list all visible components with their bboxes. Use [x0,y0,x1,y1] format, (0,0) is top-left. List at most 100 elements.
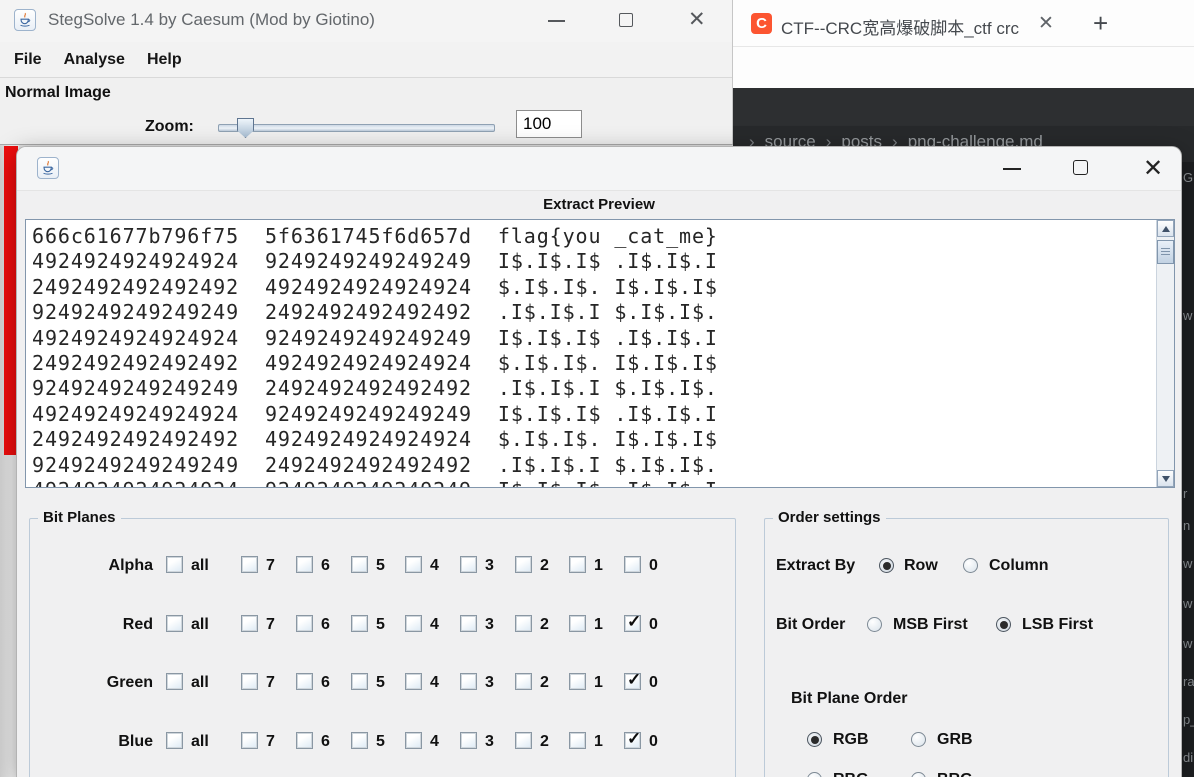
zoom-slider[interactable] [218,120,495,136]
bitplane-checkbox-alpha-5[interactable] [351,556,368,573]
bitplane-col-label: 0 [649,732,658,752]
bitplane-col-label: 4 [430,615,439,635]
zoom-value-field[interactable] [516,110,582,138]
bitplane-col-label: 5 [376,615,385,635]
bitplane-col-label: 0 [649,556,658,576]
bitplane-checkbox-green-2[interactable] [515,673,532,690]
stegsolve-main-window: StegSolve 1.4 by Caesum (Mod by Giotino)… [0,0,733,145]
dialog-close-icon[interactable]: ✕ [1143,155,1163,183]
bitplane-row-red: Redall7654321✓0 [17,615,757,635]
radio-lsb-first[interactable] [996,617,1011,632]
bitplane-checkbox-alpha-4[interactable] [405,556,422,573]
bitplane-col-label: 6 [321,556,330,576]
minimize-icon[interactable] [548,20,565,22]
radio-msb-first[interactable] [867,617,882,632]
bitplane-col-label: 3 [485,615,494,635]
scroll-up-button[interactable] [1157,220,1174,237]
bit-planes-legend: Bit Planes [38,509,121,526]
bitplane-channel-label: Alpha [17,556,153,576]
bitplane-checkbox-blue-all[interactable] [166,732,183,749]
tab-close-icon[interactable]: ✕ [1038,12,1054,35]
preview-line: 9249249249249249 2492492492492492 .I$.I$… [32,453,1156,478]
preview-text[interactable]: 666c61677b796f75 5f6361745f6d657d flag{y… [26,220,1156,487]
bitplane-checkbox-red-all[interactable] [166,615,183,632]
close-icon[interactable]: ✕ [688,8,706,32]
bitplane-channel-label: Red [17,615,153,635]
bitplane-col-label: 3 [485,673,494,693]
bitplane-checkbox-red-7[interactable] [241,615,258,632]
edge-text-fragment: p_ [1183,712,1194,727]
radio-grb[interactable] [911,732,926,747]
radio-label-grb: GRB [937,730,973,750]
bitplane-checkbox-green-all[interactable] [166,673,183,690]
editor-topbar [733,88,1194,126]
zoom-slider-track[interactable] [218,124,495,132]
scrollbar-track[interactable] [1157,237,1174,470]
bitplane-checkbox-alpha-1[interactable] [569,556,586,573]
bitplane-checkbox-blue-7[interactable] [241,732,258,749]
radio-rgb[interactable] [807,732,822,747]
bitplane-checkbox-blue-1[interactable] [569,732,586,749]
bitplane-checkbox-blue-5[interactable] [351,732,368,749]
radio-extract-by-column[interactable] [963,558,978,573]
browser-tab-title[interactable]: CTF--CRC宽高爆破脚本_ctf crc [781,14,1036,39]
edge-text-fragment: r [1183,486,1187,501]
edge-text-fragment: w [1183,596,1192,611]
bitplane-checkbox-alpha-0[interactable] [624,556,641,573]
edge-text-fragment: w [1183,556,1192,571]
checkmark-icon: ✓ [627,612,641,632]
preview-line: 4924924924924924 9249249249249249 I$.I$.… [32,326,1156,351]
bitplane-checkbox-blue-4[interactable] [405,732,422,749]
bitplane-col-label: 6 [321,673,330,693]
bitplane-checkbox-blue-3[interactable] [460,732,477,749]
bitplane-checkbox-alpha-2[interactable] [515,556,532,573]
bitplane-checkbox-green-6[interactable] [296,673,313,690]
browser-tab[interactable]: C CTF--CRC宽高爆破脚本_ctf crc ✕ + [733,0,1194,47]
bitplane-checkbox-red-0[interactable]: ✓ [624,615,641,632]
bitplane-col-label: 2 [540,673,549,693]
edge-text-fragment: G( [1183,170,1194,185]
menu-file[interactable]: File [14,51,42,69]
bitplane-checkbox-alpha-7[interactable] [241,556,258,573]
vertical-scrollbar[interactable] [1156,220,1174,487]
menu-help[interactable]: Help [147,51,182,69]
bitplane-row-green: Greenall7654321✓0 [17,673,757,693]
csdn-favicon-icon: C [751,13,772,34]
menu-analyse[interactable]: Analyse [64,51,125,69]
bitplane-checkbox-green-5[interactable] [351,673,368,690]
bitplane-col-label: 1 [594,732,603,752]
bitplane-col-label: 2 [540,615,549,635]
zoom-slider-thumb[interactable] [237,118,254,138]
scrollbar-thumb[interactable] [1157,240,1174,264]
order-settings-legend: Order settings [773,509,886,526]
dialog-title: Extract Preview [17,196,1181,213]
edge-text-fragment: n [1183,518,1190,533]
bitplane-checkbox-red-5[interactable] [351,615,368,632]
preview-line: 4924924924924924 9249249249249249 I$.I$.… [32,402,1156,427]
dialog-minimize-icon[interactable] [1003,168,1021,170]
bitplane-checkbox-blue-6[interactable] [296,732,313,749]
new-tab-icon[interactable]: + [1093,8,1108,39]
bitplane-checkbox-red-3[interactable] [460,615,477,632]
bitplane-checkbox-red-4[interactable] [405,615,422,632]
bitplane-checkbox-red-2[interactable] [515,615,532,632]
bitplane-checkbox-red-6[interactable] [296,615,313,632]
bitplane-checkbox-alpha-3[interactable] [460,556,477,573]
preview-line: 9249249249249249 2492492492492492 .I$.I$… [32,300,1156,325]
bitplane-checkbox-green-4[interactable] [405,673,422,690]
scroll-down-button[interactable] [1157,470,1174,487]
bitplane-checkbox-blue-0[interactable]: ✓ [624,732,641,749]
bitplane-checkbox-red-1[interactable] [569,615,586,632]
bitplane-checkbox-blue-2[interactable] [515,732,532,749]
java-dialog-icon [37,157,59,179]
dialog-maximize-icon[interactable] [1073,160,1088,175]
radio-label-brg: BRG [937,770,973,777]
bitplane-checkbox-green-7[interactable] [241,673,258,690]
bitplane-checkbox-green-1[interactable] [569,673,586,690]
bitplane-checkbox-green-3[interactable] [460,673,477,690]
radio-extract-by-row[interactable] [879,558,894,573]
bitplane-checkbox-green-0[interactable]: ✓ [624,673,641,690]
bitplane-checkbox-alpha-all[interactable] [166,556,183,573]
maximize-icon[interactable] [619,13,633,27]
bitplane-checkbox-alpha-6[interactable] [296,556,313,573]
